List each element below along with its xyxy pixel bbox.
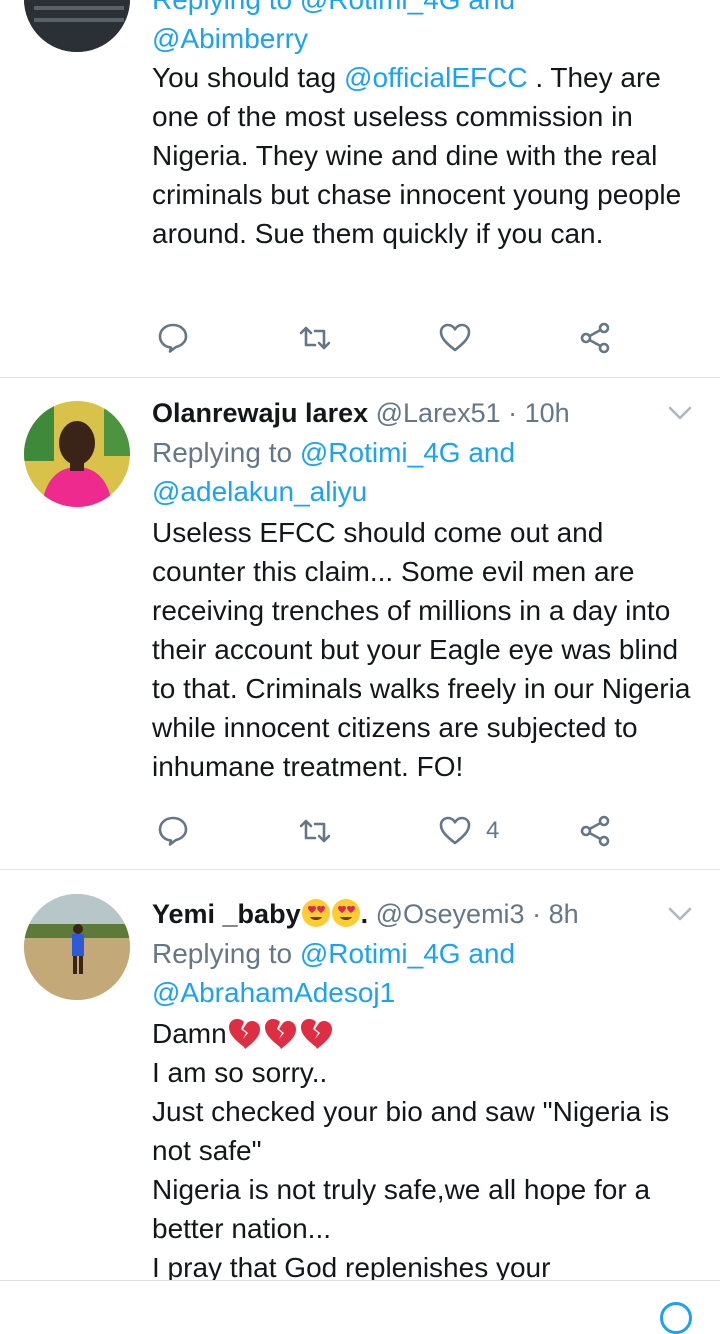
mention-rotimi[interactable]: @Rotimi_4G and: [300, 938, 515, 969]
tweet-text-line: I am so sorry..: [152, 1057, 328, 1088]
like-button[interactable]: [438, 316, 486, 360]
retweet-button[interactable]: [298, 316, 332, 360]
avatar[interactable]: [24, 401, 130, 507]
like-icon: [439, 816, 471, 845]
tweet-header: Olanrewaju larex @Larex51 · 10h: [152, 393, 700, 433]
reply-mention: @adelakun_aliyu: [152, 472, 700, 511]
timestamp[interactable]: · 10h: [508, 398, 570, 428]
retweet-icon: [299, 326, 331, 350]
timestamp[interactable]: · 8h: [532, 899, 579, 929]
share-button[interactable]: [578, 809, 612, 853]
tweet-2[interactable]: Olanrewaju larex @Larex51 · 10h Replying…: [0, 377, 720, 870]
compose-button-edge[interactable]: [660, 1302, 692, 1334]
tweet-actions: [152, 316, 622, 360]
share-icon: [580, 815, 610, 847]
share-button[interactable]: [578, 316, 612, 360]
username[interactable]: @Larex51: [376, 398, 501, 428]
broken-heart-emoji-icon: [228, 1019, 260, 1049]
reply-button[interactable]: [156, 809, 190, 853]
avatar[interactable]: [24, 0, 130, 52]
reply-label-cut: Replying to @Rotimi_4G and: [152, 0, 515, 15]
reply-icon: [158, 816, 188, 846]
replying-to-line: Replying to @Rotimi_4G and: [152, 934, 700, 973]
tweet-3[interactable]: Yemi _baby. @Oseyemi3 · 8h Replying to @…: [0, 870, 720, 1283]
chevron-down-icon[interactable]: [666, 900, 694, 928]
mention-officialefcc[interactable]: @officialEFCC: [344, 62, 528, 93]
heart-eyes-emoji-icon: [331, 899, 360, 927]
tweet-text-line: Just checked your bio and saw "Nigeria i…: [152, 1096, 670, 1166]
reply-label: Replying to: [152, 938, 293, 969]
display-name[interactable]: Olanrewaju larex: [152, 398, 368, 428]
avatar[interactable]: [24, 894, 130, 1000]
broken-heart-emoji-icon: [264, 1019, 296, 1049]
display-name-suffix: .: [360, 899, 369, 929]
like-icon: [439, 323, 471, 352]
username[interactable]: @Oseyemi3: [376, 899, 525, 929]
reply-label: Replying to: [152, 437, 293, 468]
mention-rotimi[interactable]: @Rotimi_4G and: [300, 437, 515, 468]
reply-icon: [158, 323, 188, 353]
replying-to-line: Replying to @Rotimi_4G and: [152, 0, 700, 19]
tweet-text-part: Damn: [152, 1018, 227, 1049]
tweet-text: Damn I am so sorry.. Just checked your b…: [152, 1014, 700, 1287]
retweet-button[interactable]: [298, 809, 332, 853]
tweet-actions: 4: [152, 809, 622, 853]
tweet-1[interactable]: Replying to @Rotimi_4G and @Abimberry Yo…: [0, 0, 720, 378]
heart-eyes-emoji-icon: [301, 899, 330, 927]
broken-heart-emoji-icon: [300, 1019, 332, 1049]
tweet-text: You should tag @officialEFCC . They are …: [152, 58, 700, 253]
replying-to-line: Replying to @Rotimi_4G and: [152, 433, 700, 472]
tweet-text: Useless EFCC should come out and counter…: [152, 517, 691, 782]
bottom-bar: [0, 1280, 720, 1313]
tweet-text-line: Damn: [152, 1014, 700, 1053]
chevron-down-icon[interactable]: [666, 399, 694, 427]
display-name[interactable]: Yemi _baby: [152, 899, 301, 929]
retweet-icon: [299, 819, 331, 843]
like-count: 4: [486, 817, 500, 844]
reply-mention: @AbrahamAdesoj1: [152, 973, 700, 1012]
share-icon: [580, 322, 610, 354]
mention-abrahamadesoj[interactable]: @AbrahamAdesoj1: [152, 977, 395, 1008]
tweet-text-line: Nigeria is not truly safe,we all hope fo…: [152, 1174, 651, 1244]
tweet-text-part: You should tag: [152, 62, 345, 93]
mention-abimberry[interactable]: @Abimberry: [152, 23, 308, 54]
tweet-header: Yemi _baby. @Oseyemi3 · 8h: [152, 894, 700, 934]
reply-mention[interactable]: @Abimberry: [152, 19, 700, 58]
reply-button[interactable]: [156, 316, 190, 360]
mention-adelakun[interactable]: @adelakun_aliyu: [152, 476, 367, 507]
like-button[interactable]: 4: [438, 809, 499, 853]
